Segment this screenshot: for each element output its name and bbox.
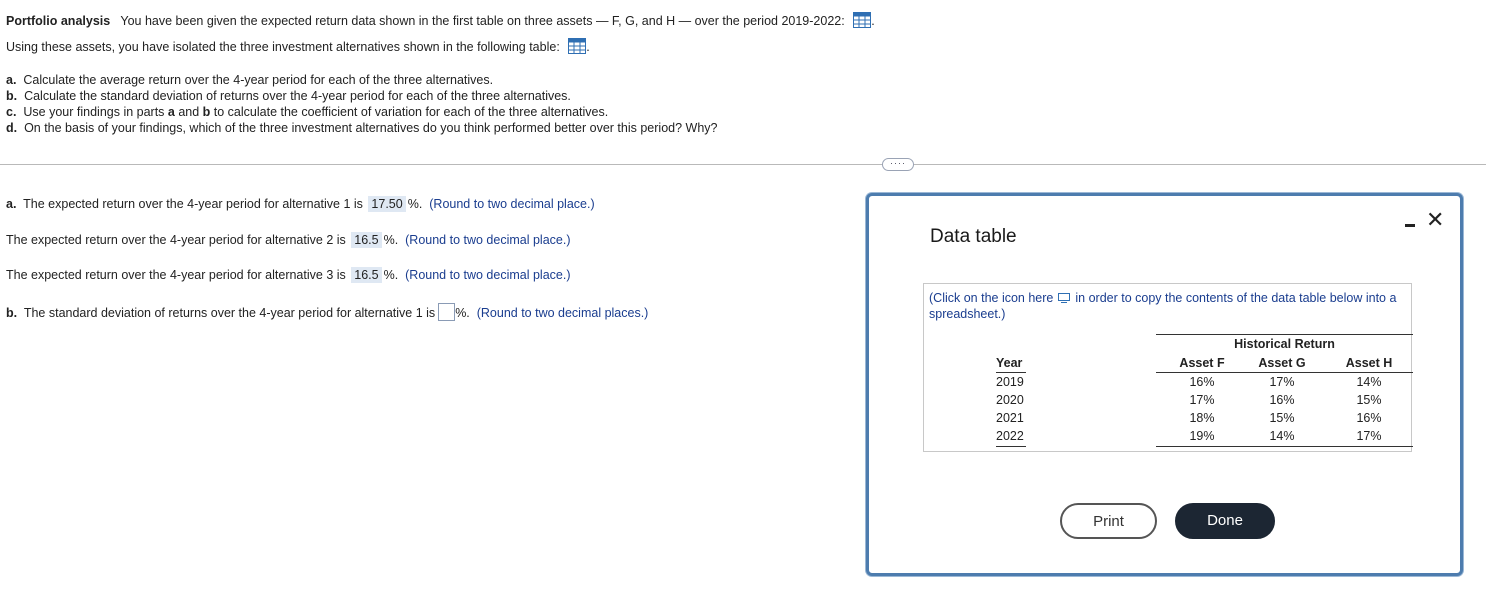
intro-text-2: Using these assets, you have isolated th… [6,40,560,54]
problem-title: Portfolio analysis [6,14,111,28]
minimize-icon[interactable] [1405,216,1417,228]
data-table-icon[interactable] [853,12,872,28]
intro-text-1: You have been given the expected return … [120,14,845,28]
alternatives-table-icon[interactable] [568,38,587,54]
answer-input-std-dev[interactable] [438,303,456,321]
answer-field-3[interactable]: 16.5 [351,267,382,283]
close-icon[interactable]: ✕ [1426,209,1444,231]
col-header-asset-g: Asset G [1258,356,1306,370]
round-hint: (Round to two decimal place.) [405,233,571,247]
print-button[interactable]: Print [1060,503,1157,539]
answer-row-2: The expected return over the 4-year peri… [6,232,571,248]
copy-note: (Click on the icon here in order to copy… [929,291,1397,321]
part-d: d. On the basis of your findings, which … [6,121,718,135]
part-c: c. Use your findings in parts a and b to… [6,105,609,119]
part-a: a. Calculate the average return over the… [6,73,494,87]
section-divider [0,164,1486,165]
answer-row-4: b. The standard deviation of returns ove… [6,303,648,321]
round-hint: (Round to two decimal place.) [405,268,571,282]
group-header: Historical Return [1234,337,1335,351]
intro-line-1: Portfolio analysis You have been given t… [6,12,875,28]
intro-line-2: Using these assets, you have isolated th… [6,38,590,54]
col-header-asset-f: Asset F [1179,356,1225,370]
col-header-asset-h: Asset H [1345,356,1393,370]
answer-row-3: The expected return over the 4-year peri… [6,267,571,283]
part-b: b. Calculate the standard deviation of r… [6,89,571,103]
round-hint: (Round to two decimal places.) [476,306,649,320]
col-header-year: Year [996,356,1023,370]
answer-field-1[interactable]: 17.50 [368,196,406,212]
copy-to-spreadsheet-icon[interactable] [1058,293,1071,303]
answer-field-2[interactable]: 16.5 [351,232,382,248]
data-table-modal: Data table ✕ (Click on the icon here in … [866,193,1463,576]
data-table-container: (Click on the icon here in order to copy… [923,283,1413,452]
done-button[interactable]: Done [1175,503,1275,539]
answer-row-1: a. The expected return over the 4-year p… [6,196,595,212]
round-hint: (Round to two decimal place.) [429,197,595,211]
modal-title: Data table [930,226,1017,247]
expand-more-button[interactable]: ···· [882,158,914,171]
